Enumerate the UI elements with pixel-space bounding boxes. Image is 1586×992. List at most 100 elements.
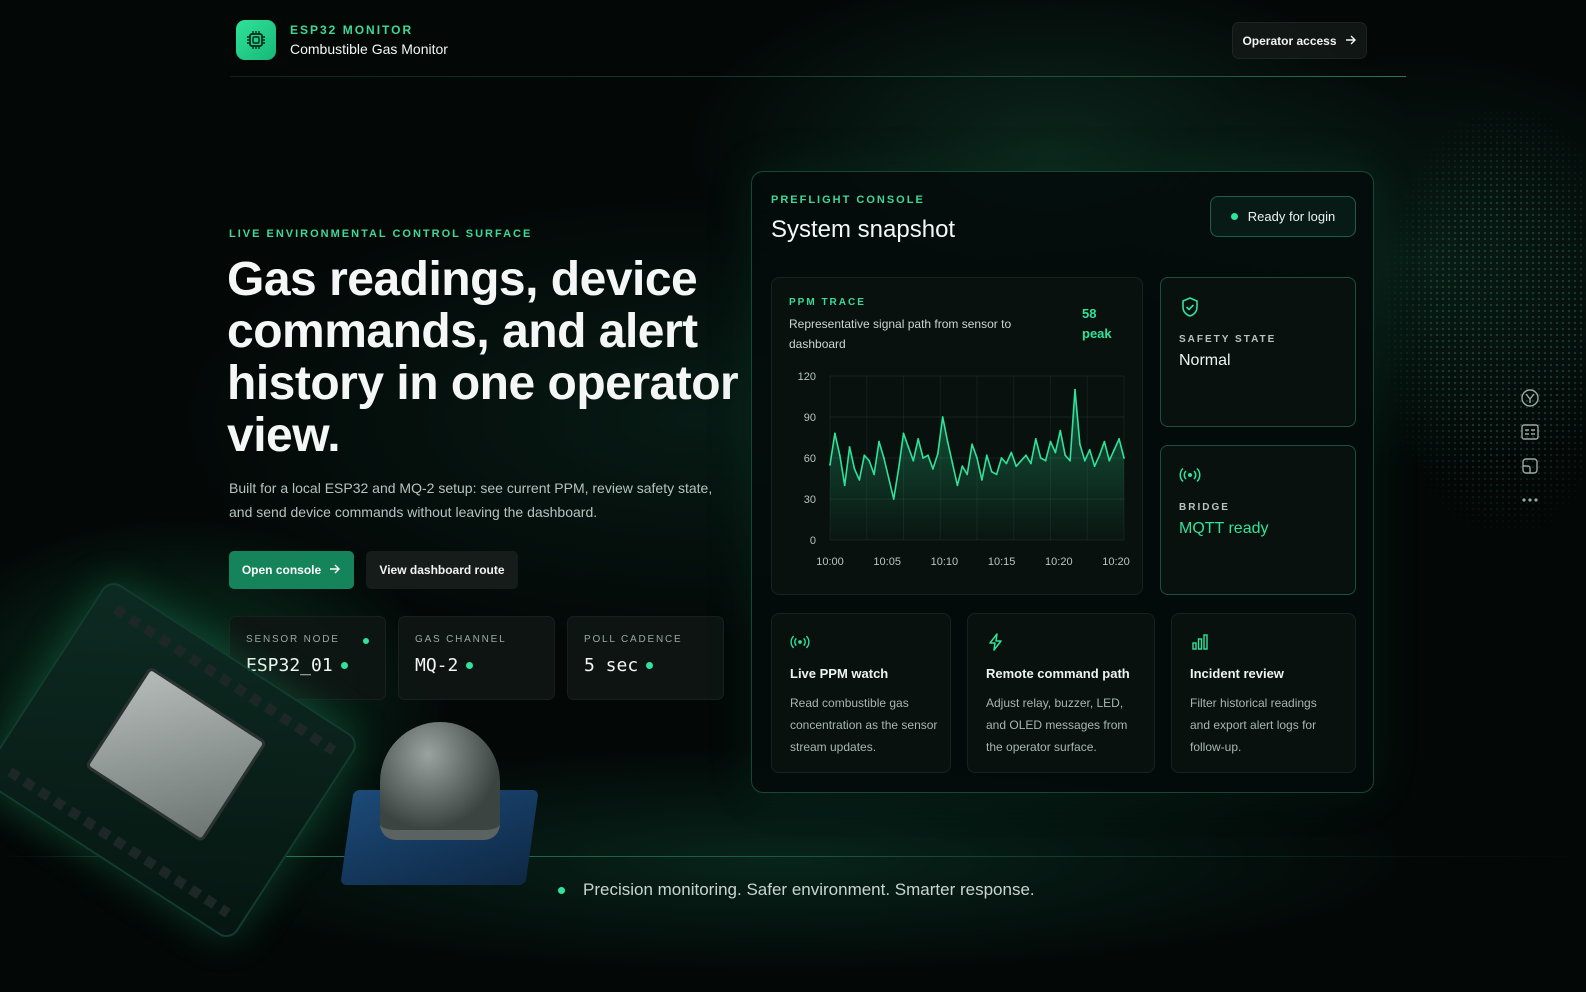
open-console-label: Open console — [241, 563, 322, 577]
stat-label: POLL CADENCE — [584, 634, 683, 645]
data-point — [838, 454, 841, 457]
data-point — [1059, 429, 1062, 432]
data-point — [853, 468, 856, 470]
hero-kicker: LIVE ENVIRONMENTAL CONTROL SURFACE — [229, 228, 533, 240]
data-point — [976, 457, 978, 459]
bar-chart-icon — [1190, 632, 1210, 652]
data-point — [956, 484, 959, 487]
feature-description: Adjust relay, buzzer, LED, and OLED mess… — [986, 696, 1128, 754]
world-map-dots — [1386, 110, 1586, 530]
console-title: System snapshot — [771, 216, 956, 243]
data-point — [922, 457, 924, 459]
status-pill-label: Ready for login — [1247, 209, 1336, 224]
data-point — [1054, 451, 1057, 454]
card-list-icon[interactable] — [1519, 422, 1541, 442]
data-point — [1108, 459, 1111, 462]
arrow-right-icon — [329, 563, 341, 577]
data-point — [878, 440, 880, 443]
data-point — [1039, 457, 1042, 459]
brand[interactable]: ESP32 MONITOR Combustible Gas Monitor — [236, 20, 448, 60]
stat-value: 5 sec — [584, 655, 639, 676]
data-point — [1098, 454, 1101, 457]
data-point — [902, 432, 905, 435]
ppm-trace-chart: 0 30 60 90 120 10:00 10:05 10:10 10:15 10:20 10:2… — [798, 371, 1130, 568]
x-tick-label: 10:20 — [1102, 556, 1130, 568]
operator-access-button[interactable]: Operator access — [1232, 22, 1367, 59]
data-point — [897, 468, 900, 470]
bridge-value: MQTT ready — [1179, 520, 1269, 537]
x-tick-label: 10:10 — [931, 556, 959, 568]
x-tick-label: 10:20 — [1045, 556, 1073, 568]
data-point — [966, 473, 969, 476]
status-dot — [466, 662, 474, 669]
data-point — [995, 473, 998, 476]
data-point — [941, 416, 944, 418]
data-point — [1118, 437, 1120, 440]
open-console-button[interactable]: Open console — [229, 551, 354, 589]
data-point — [892, 498, 895, 500]
data-point — [1044, 459, 1047, 462]
data-point — [1079, 443, 1081, 446]
arrow-right-icon — [1345, 34, 1357, 48]
data-point — [863, 454, 866, 457]
view-dashboard-label: View dashboard route — [379, 563, 505, 577]
data-point — [1113, 448, 1116, 451]
lightning-icon — [986, 632, 1006, 652]
window-icon[interactable] — [1519, 456, 1541, 476]
data-point — [1123, 457, 1125, 459]
stat-gas-channel: GAS CHANNEL MQ-2 — [398, 616, 555, 700]
status-dot — [558, 886, 565, 894]
data-point — [887, 477, 890, 480]
brand-kicker: ESP32 MONITOR — [290, 23, 414, 37]
tagline: Precision monitoring. Safer environment.… — [558, 880, 1035, 900]
data-point — [990, 470, 993, 473]
feature-description: Filter historical readings and export al… — [1190, 696, 1317, 754]
safety-state-card: SAFETY STATE Normal — [1160, 277, 1356, 427]
data-point — [1020, 459, 1022, 462]
peak-label: peak — [1082, 326, 1112, 341]
safety-state-value: Normal — [1179, 352, 1231, 369]
data-point — [1103, 440, 1106, 443]
more-icon[interactable] — [1519, 490, 1541, 510]
ppm-trace-card: PPM TRACE Representative signal path fro… — [771, 277, 1143, 595]
mq2-sensor-can-image — [380, 722, 500, 840]
compass-icon[interactable] — [1519, 388, 1541, 408]
brand-title: Combustible Gas Monitor — [290, 41, 448, 57]
broadcast-icon — [790, 632, 810, 652]
data-point — [936, 453, 939, 455]
y-tick-label: 120 — [798, 371, 816, 383]
data-point — [848, 446, 851, 448]
data-point — [917, 437, 920, 440]
data-point — [1088, 448, 1091, 451]
landing-page: ESP32 MONITOR Combustible Gas Monitor Op… — [0, 0, 1586, 992]
preflight-console: PREFLIGHT CONSOLE System snapshot Ready … — [751, 171, 1374, 793]
data-point — [834, 432, 836, 435]
header-divider — [230, 76, 1406, 77]
view-dashboard-button[interactable]: View dashboard route — [366, 551, 518, 589]
y-tick-label: 0 — [810, 535, 816, 547]
bridge-label: BRIDGE — [1179, 502, 1230, 513]
stat-label: SENSOR NODE — [246, 634, 340, 645]
chip-icon — [236, 20, 276, 60]
data-point — [932, 468, 934, 470]
data-point — [829, 463, 831, 466]
feature-incident-review: Incident review Filter historical readin… — [1171, 613, 1356, 773]
data-point — [1093, 465, 1096, 468]
data-point — [946, 440, 949, 443]
data-point — [1025, 454, 1027, 457]
data-point — [858, 478, 861, 481]
data-point — [873, 473, 875, 476]
stat-poll-cadence: POLL CADENCE 5 sec — [567, 616, 724, 700]
data-point — [912, 459, 915, 462]
safety-state-label: SAFETY STATE — [1179, 334, 1277, 345]
feature-title: Live PPM watch — [790, 666, 889, 681]
broadcast-icon — [1179, 464, 1201, 486]
status-dot — [646, 662, 654, 669]
data-point — [1049, 440, 1052, 443]
status-pill: Ready for login — [1210, 196, 1356, 237]
data-point — [1034, 437, 1037, 440]
trace-peak: 58 peak — [1082, 304, 1112, 344]
stat-value: MQ-2 — [415, 655, 459, 676]
data-point — [1069, 459, 1071, 462]
feature-live-ppm: Live PPM watch Read combustible gas conc… — [771, 613, 951, 773]
